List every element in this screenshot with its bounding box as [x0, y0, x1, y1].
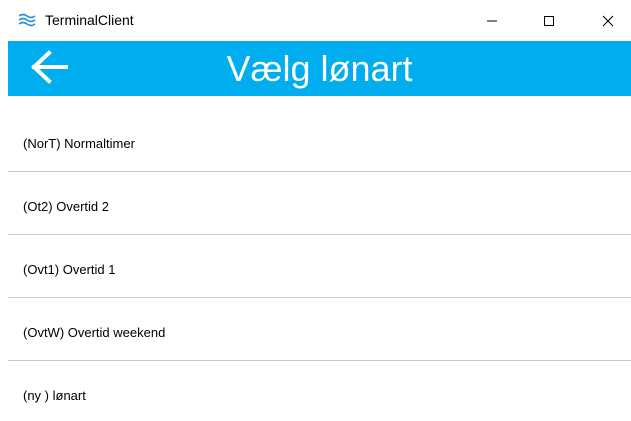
maximize-icon: [543, 15, 555, 27]
minimize-icon: [486, 15, 498, 27]
list-item-label: (ny ) lønart: [23, 388, 86, 403]
window-title: TerminalClient: [45, 12, 134, 28]
app-logo-icon: [17, 12, 39, 28]
close-icon: [602, 15, 614, 27]
list-item[interactable]: (ny ) lønart: [8, 361, 631, 421]
list-item-label: (Ovt1) Overtid 1: [23, 262, 116, 277]
close-button[interactable]: [585, 0, 631, 41]
back-button[interactable]: [28, 49, 72, 89]
list-item[interactable]: (Ovt1) Overtid 1: [8, 235, 631, 298]
maximize-button[interactable]: [526, 0, 572, 41]
minimize-button[interactable]: [469, 0, 515, 41]
list-item-label: (NorT) Normaltimer: [23, 136, 135, 151]
list-item[interactable]: (Ot2) Overtid 2: [8, 172, 631, 235]
page-title: Vælg lønart: [226, 48, 413, 89]
arrow-left-icon: [30, 49, 70, 89]
list-item-label: (OvtW) Overtid weekend: [23, 325, 166, 340]
page-header: Vælg lønart: [8, 41, 631, 96]
app-window: TerminalClient Vælg lønart (NorT) Normal…: [0, 0, 631, 421]
wage-type-list: (NorT) Normaltimer (Ot2) Overtid 2 (Ovt1…: [8, 109, 631, 421]
list-item-label: (Ot2) Overtid 2: [23, 199, 109, 214]
title-bar[interactable]: TerminalClient: [0, 0, 631, 41]
list-item[interactable]: (NorT) Normaltimer: [8, 109, 631, 172]
list-item[interactable]: (OvtW) Overtid weekend: [8, 298, 631, 361]
